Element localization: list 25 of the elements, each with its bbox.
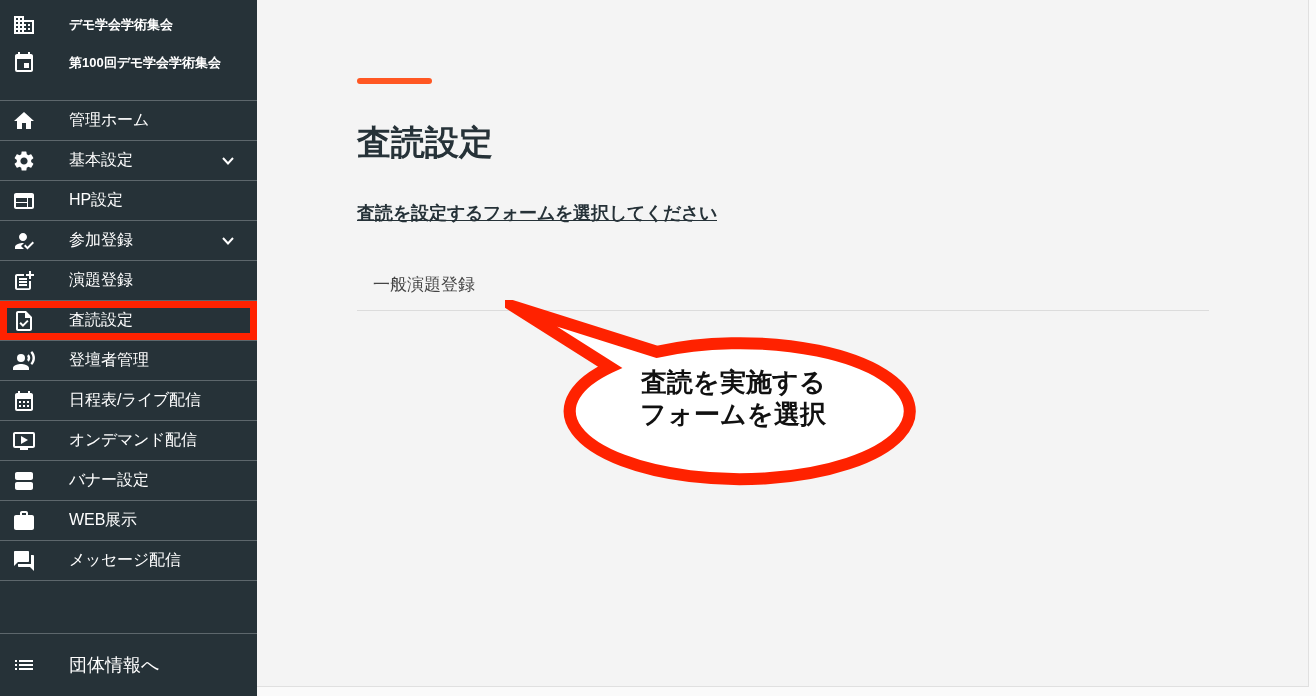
sidebar-item[interactable]: 参加登録 [0, 221, 257, 261]
sidebar-item[interactable]: 基本設定 [0, 141, 257, 181]
sidebar-item[interactable]: 管理ホーム [0, 101, 257, 141]
calendar-icon [12, 51, 36, 75]
chat-icon [12, 548, 36, 573]
page-title: 査読設定 [357, 122, 494, 162]
sidebar-item[interactable]: バナー設定 [0, 461, 257, 501]
note-add-icon [12, 268, 36, 293]
sidebar-item[interactable]: WEB展示 [0, 501, 257, 541]
callout-text: フォームを選択 [640, 398, 826, 430]
sidebar-item[interactable]: オンデマンド配信 [0, 421, 257, 461]
header-label: デモ学会学術集会 [69, 16, 173, 34]
sidebar-item[interactable]: HP設定 [0, 181, 257, 221]
callout-text: 査読を実施する [640, 366, 826, 398]
settings-icon [12, 148, 36, 173]
building-icon [12, 13, 36, 37]
header-label: 第100回デモ学会学術集会 [69, 54, 221, 72]
instruction-link[interactable]: 査読を設定するフォームを選択してください [357, 201, 717, 225]
sidebar-item[interactable]: メッセージ配信 [0, 541, 257, 581]
sidebar-item[interactable]: 登壇者管理 [0, 341, 257, 381]
highlighted-sidebar-item[interactable]: 査読設定 [0, 301, 257, 341]
sidebar-item[interactable]: 演題登録 [0, 261, 257, 301]
briefcase-icon [12, 508, 36, 533]
sidebar-item[interactable]: 日程表/ライブ配信 [0, 381, 257, 421]
calendar-icon [12, 388, 36, 413]
